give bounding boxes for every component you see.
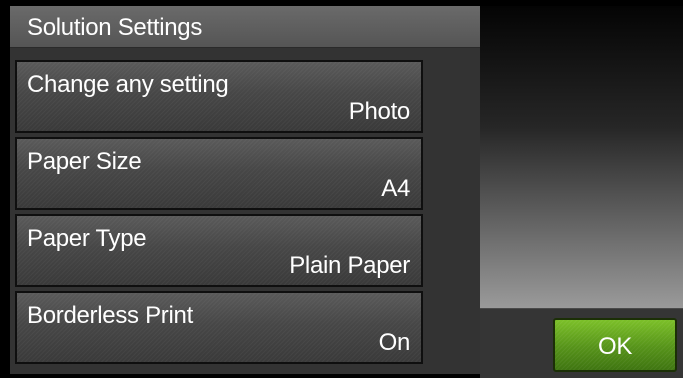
setting-value: A4	[381, 175, 410, 202]
settings-list: Change any setting Photo Paper Size A4 P…	[10, 48, 480, 374]
preview-area	[480, 6, 683, 308]
setting-row-paper-size[interactable]: Paper Size A4	[15, 137, 423, 210]
setting-row-borderless-print[interactable]: Borderless Print On	[15, 291, 423, 364]
ok-button[interactable]: OK	[553, 318, 677, 372]
setting-row-paper-type[interactable]: Paper Type Plain Paper	[15, 214, 423, 287]
setting-label: Paper Size	[27, 148, 142, 175]
setting-label: Borderless Print	[27, 302, 193, 329]
printer-lcd-screen: Solution Settings Change any setting Pho…	[0, 0, 683, 378]
action-bar: OK	[480, 308, 683, 378]
setting-row-change-any-setting[interactable]: Change any setting Photo	[15, 60, 423, 133]
setting-value: Photo	[348, 98, 411, 125]
setting-label: Paper Type	[27, 225, 147, 252]
ok-button-label: OK	[597, 333, 633, 360]
setting-value: On	[378, 329, 411, 356]
setting-label: Change any setting	[27, 71, 229, 98]
title-bar: Solution Settings	[10, 6, 480, 48]
page-title: Solution Settings	[27, 14, 203, 41]
setting-value: Plain Paper	[289, 252, 410, 279]
